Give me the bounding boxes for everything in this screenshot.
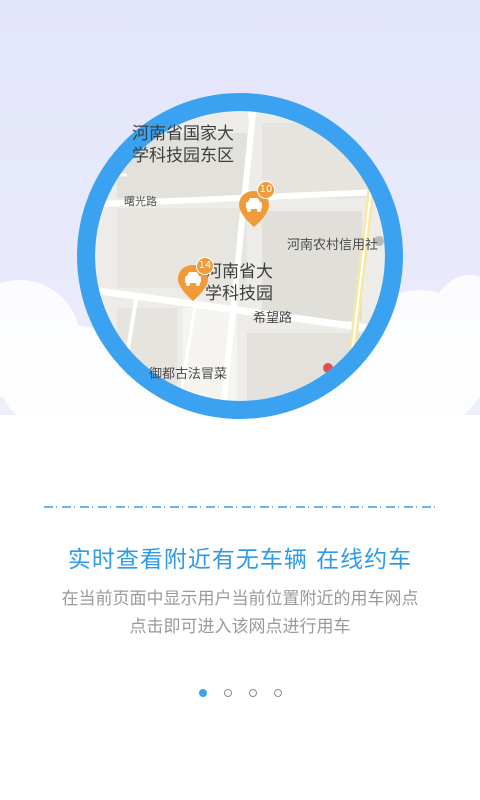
feature-description-line-2: 点击即可进入该网点进行用车 [129, 617, 351, 637]
map-label-text: 曙光路 [124, 195, 157, 208]
map-tiles [81, 97, 399, 415]
page-dot-1[interactable] [198, 689, 207, 697]
map-preview: 河南省国家大 学科技园东区 曙光路 河南农村信用社 河南省大 学科技园 希望路 … [77, 93, 403, 419]
page-indicator [0, 686, 480, 700]
feature-headline: 实时查看附近有无车辆 在线约车 [67, 547, 413, 573]
feature-description-line-1: 在当前页面中显示用户当前位置附近的用车网点 [61, 589, 419, 609]
page-dot-4[interactable] [273, 689, 282, 697]
map-label-text: 御都古法冒菜 [149, 367, 228, 382]
pin-count-badge: 14 [196, 257, 214, 275]
map-label-text: 河南农村信用社 [287, 238, 379, 253]
page-dot-2[interactable] [223, 689, 232, 697]
map-label-shop: 御都古法冒菜 [149, 363, 227, 382]
map-label-text: 河南省大 学科技园 [205, 262, 273, 304]
pin-count-badge: 10 [257, 181, 275, 199]
map-label-xiwang-road: 希望路 [253, 307, 292, 326]
car-location-pin[interactable]: 10 [237, 181, 275, 229]
map-label-shuguang-road: 曙光路 [124, 193, 157, 209]
dashed-divider [44, 506, 436, 508]
map-label-henan-rural-credit: 河南农村信用社 [287, 234, 378, 253]
map-label-text: 希望路 [253, 311, 293, 326]
map-label-text: 河南省国家大 学科技园东区 [132, 124, 234, 166]
page-dot-3[interactable] [248, 689, 257, 697]
car-location-pin[interactable]: 14 [176, 257, 214, 303]
map-label-henan-science-park: 河南省大 学科技园 [205, 261, 273, 305]
map-label-university-park-east: 河南省国家大 学科技园东区 [132, 123, 234, 167]
